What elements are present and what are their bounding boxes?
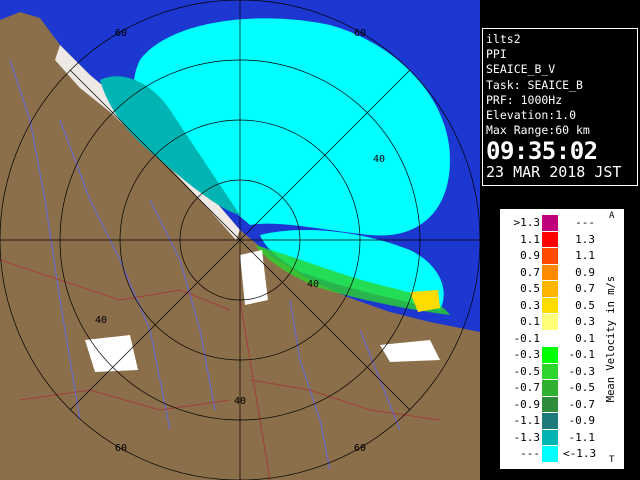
range-label: 60 (354, 28, 366, 39)
elevation-value: Elevation:1.0 (486, 108, 577, 123)
scan-info-panel: ilts2 PPI SEAICE_B_V Task: SEAICE_B PRF:… (482, 28, 638, 186)
legend-high-value: 0.1 (575, 331, 595, 345)
legend-bottom-mark: T (609, 455, 615, 465)
legend-low-value: 0.5 (520, 282, 540, 295)
legend-low-value: >1.3 (513, 216, 541, 229)
legend-high-value: 0.7 (575, 282, 595, 295)
prf-value: PRF: 1000Hz (486, 92, 563, 107)
scan-date: 23 MAR 2018 JST (486, 163, 622, 182)
legend-swatch (542, 330, 558, 347)
legend-low-value: 0.7 (520, 265, 540, 279)
legend-low-value: -0.1 (513, 331, 541, 345)
range-label: 40 (95, 315, 107, 326)
product-name: SEAICE_B_V (486, 62, 556, 77)
legend-low-value: 0.1 (520, 315, 540, 328)
legend-swatch (542, 396, 558, 413)
velocity-legend: >1.3 --- 1.1 1.3 0.9 1.1 0.7 0.9 0.5 0.7 0.3 0.5 0.1… (499, 208, 625, 470)
range-label: 40 (307, 279, 319, 290)
legend-swatch (542, 231, 558, 248)
legend-low-value: -0.9 (513, 397, 541, 411)
legend-swatch (542, 446, 558, 462)
legend-low-value: -1.3 (513, 430, 541, 444)
legend-unit-label: Mean Velocity in m/s (602, 229, 620, 449)
range-label: 40 (234, 396, 246, 407)
legend-swatch (542, 429, 558, 446)
legend-swatch (542, 215, 558, 231)
legend-swatch (542, 380, 558, 396)
radar-ppi-map: 60 40 40 60 60 40 40 60 (0, 0, 480, 480)
legend-swatch (542, 413, 558, 429)
scan-mode: PPI (486, 47, 507, 62)
legend-swatch (542, 281, 558, 297)
range-label: 60 (115, 28, 127, 39)
range-label: 60 (354, 443, 366, 454)
legend-low-value: -1.1 (513, 414, 541, 427)
task-name: Task: SEAICE_B (486, 77, 583, 92)
legend-low-value: 0.9 (520, 249, 540, 262)
legend-high-value: --- (575, 216, 595, 229)
legend-high-value: 0.5 (575, 298, 595, 312)
legend-high-value: -0.5 (568, 381, 596, 394)
site-name: ilts2 (486, 32, 521, 46)
legend-top-mark: A (609, 211, 615, 221)
legend-swatch (542, 264, 558, 281)
legend-high-value: -1.1 (568, 430, 596, 444)
legend-high-value: 1.3 (575, 232, 595, 246)
legend-swatch (542, 363, 558, 380)
legend-low-value: -0.3 (513, 348, 541, 361)
scan-time: 09:35:02 (486, 137, 598, 166)
range-label: 40 (373, 154, 385, 165)
legend-high-value: -0.9 (568, 414, 596, 427)
legend-low-value: -0.5 (513, 364, 541, 378)
legend-high-value: 0.9 (575, 265, 595, 279)
range-label: 60 (115, 443, 127, 454)
legend-swatch (542, 314, 558, 330)
max-range: Max Range:60 km (486, 123, 590, 138)
legend-high-value: -0.7 (568, 397, 596, 411)
legend-low-value: 1.1 (520, 232, 540, 246)
legend-high-value: <-1.3 (563, 447, 597, 460)
legend-low-value: --- (520, 447, 540, 460)
legend-swatch (542, 248, 558, 264)
legend-low-value: 0.3 (520, 298, 540, 312)
legend-high-value: -0.1 (568, 348, 596, 361)
legend-high-value: 0.3 (575, 315, 595, 328)
unit-text: Mean Velocity in m/s (605, 275, 617, 403)
legend-low-value: -0.7 (513, 381, 541, 394)
legend-swatch (542, 347, 558, 363)
range-rings (0, 0, 480, 480)
legend-high-value: 1.1 (575, 249, 595, 262)
legend-swatch (542, 297, 558, 314)
legend-high-value: -0.3 (568, 364, 596, 378)
